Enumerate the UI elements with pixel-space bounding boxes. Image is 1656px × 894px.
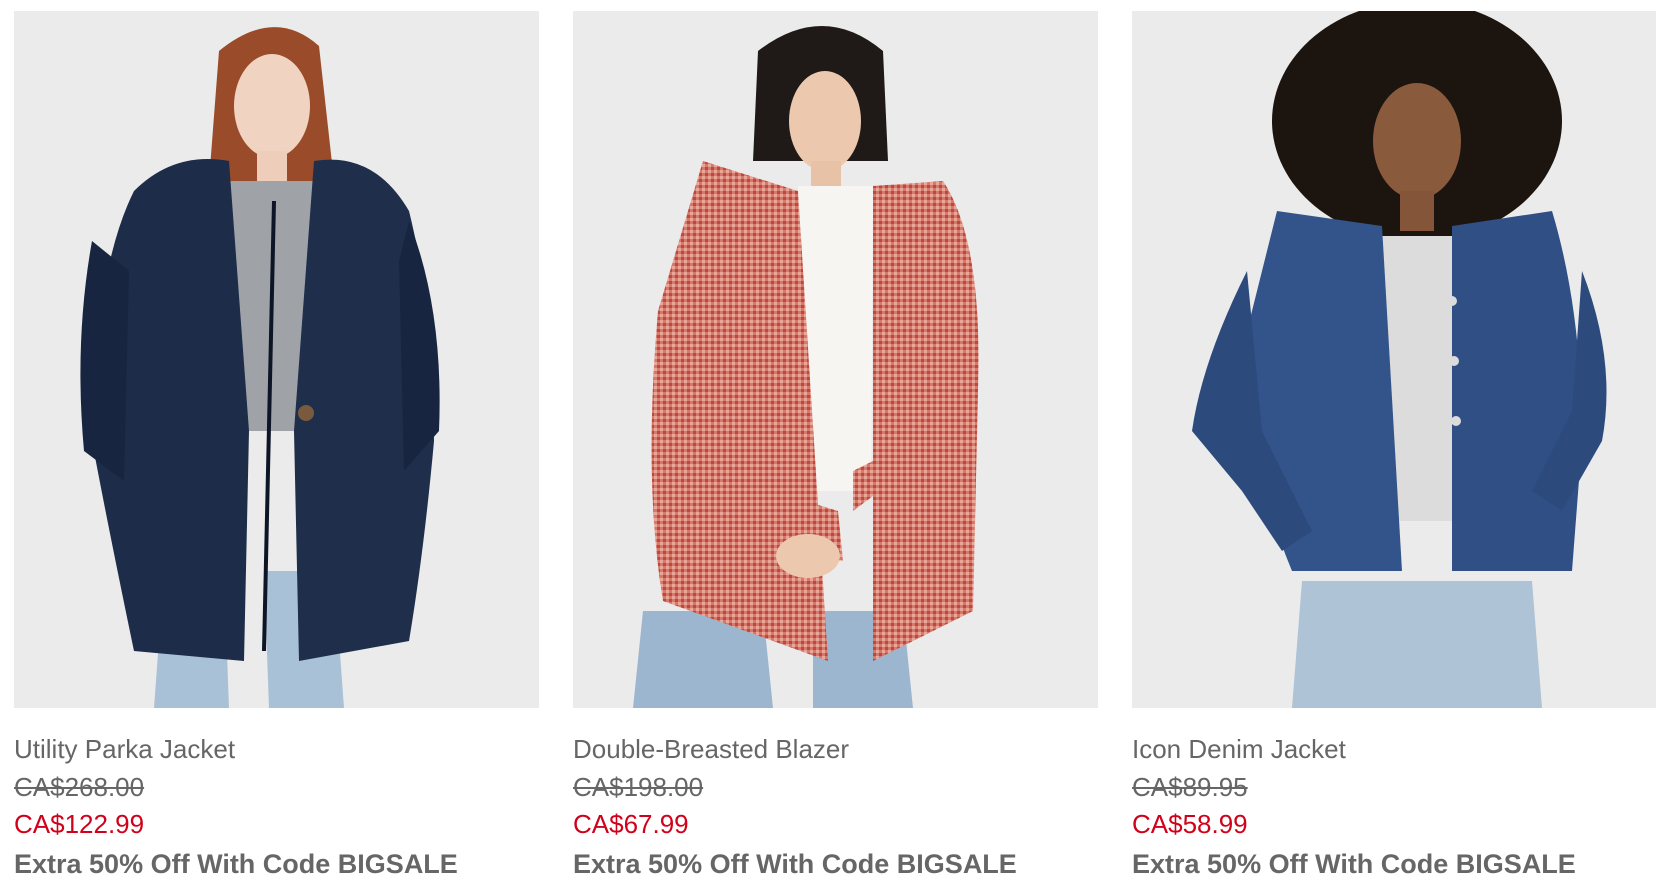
promo-text: Extra 50% Off With Code BIGSALE xyxy=(1132,849,1576,879)
sale-price: CA$122.99 xyxy=(14,809,145,839)
sale-price: CA$58.99 xyxy=(1132,809,1248,839)
product-image-denim[interactable] xyxy=(1132,11,1656,708)
product-image-blazer[interactable] xyxy=(573,11,1098,708)
blazer-photo xyxy=(573,11,1098,708)
product-card[interactable]: Double-Breasted Blazer CA$198.00 CA$67.9… xyxy=(573,11,1098,880)
product-card[interactable]: Utility Parka Jacket CA$268.00 CA$122.99… xyxy=(14,11,539,880)
product-name[interactable]: Utility Parka Jacket xyxy=(14,733,539,765)
product-name[interactable]: Icon Denim Jacket xyxy=(1132,733,1656,765)
product-image-parka[interactable] xyxy=(14,11,539,708)
denim-jacket-photo xyxy=(1132,11,1656,708)
parka-jacket-photo xyxy=(14,11,539,708)
sale-price: CA$67.99 xyxy=(573,809,689,839)
promo-text: Extra 50% Off With Code BIGSALE xyxy=(14,849,458,879)
product-name[interactable]: Double-Breasted Blazer xyxy=(573,733,1098,765)
product-card[interactable]: Icon Denim Jacket CA$89.95 CA$58.99 Extr… xyxy=(1132,11,1656,880)
original-price: CA$198.00 xyxy=(573,772,704,802)
original-price: CA$268.00 xyxy=(14,772,145,802)
product-grid: Utility Parka Jacket CA$268.00 CA$122.99… xyxy=(0,0,1656,894)
original-price: CA$89.95 xyxy=(1132,772,1248,802)
promo-text: Extra 50% Off With Code BIGSALE xyxy=(573,849,1017,879)
